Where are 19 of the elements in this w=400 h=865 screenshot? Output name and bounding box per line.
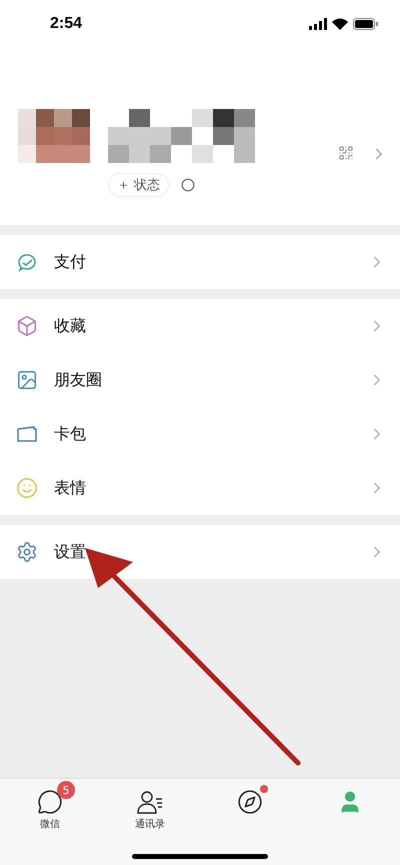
signal-icon xyxy=(309,18,327,30)
chat-bubble-icon xyxy=(37,789,63,815)
qr-code-icon[interactable] xyxy=(338,145,354,161)
contacts-icon xyxy=(136,789,164,815)
picture-frame-icon xyxy=(16,369,38,391)
smiley-icon xyxy=(16,477,38,499)
wallet-check-icon xyxy=(16,251,38,273)
cube-icon xyxy=(16,315,38,337)
compass-icon xyxy=(237,789,263,815)
circle-icon[interactable] xyxy=(181,178,196,192)
status-time: 2:54 xyxy=(50,15,82,33)
tab-item[interactable]: 通讯录 xyxy=(100,779,200,831)
status-button[interactable]: ＋ 状态 xyxy=(108,173,170,197)
unread-badge: 5 xyxy=(57,781,75,799)
battery-icon xyxy=(353,18,378,30)
card-holder-icon xyxy=(16,423,38,445)
settings-icon xyxy=(16,541,38,563)
tab-item[interactable]: 5 微信 xyxy=(0,779,100,831)
wifi-icon xyxy=(332,18,348,30)
